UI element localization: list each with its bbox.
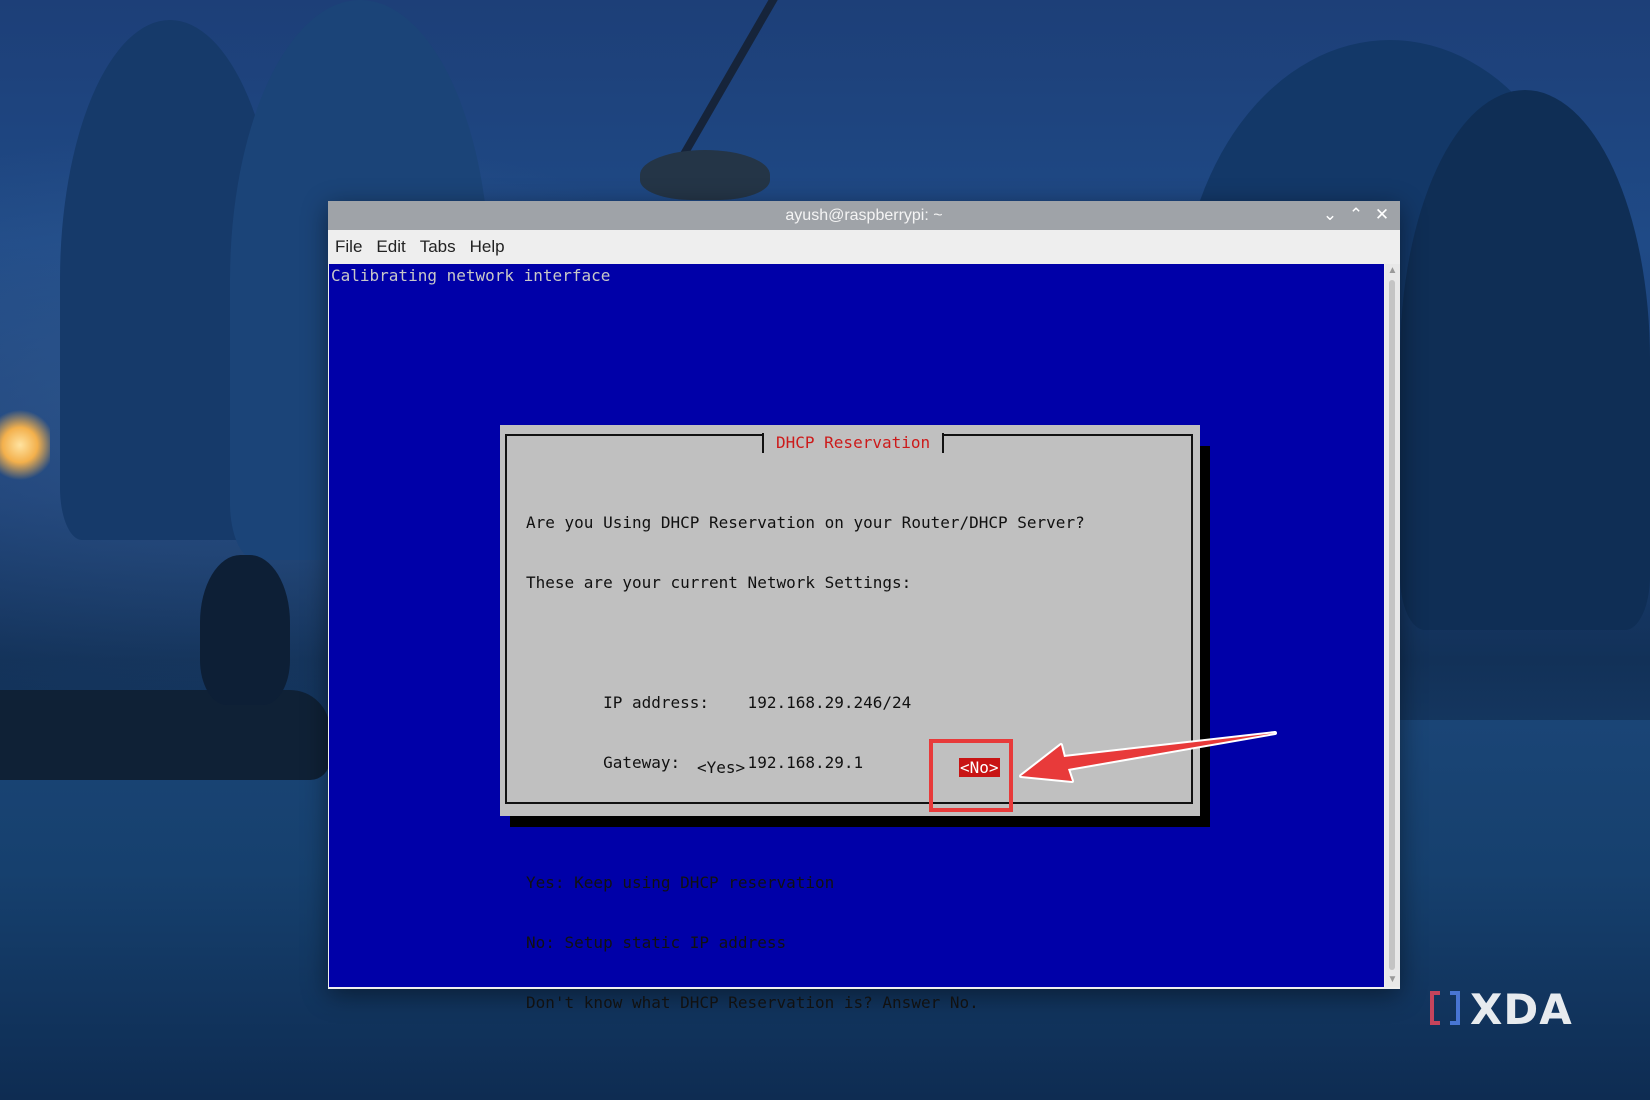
dialog-line: These are your current Network Settings:	[526, 573, 912, 592]
maximize-icon[interactable]: ⌃	[1348, 205, 1364, 225]
menu-edit[interactable]: Edit	[376, 235, 405, 259]
background-mountain	[1400, 90, 1650, 630]
terminal-window: ayush@raspberrypi: ~ ⌄ ⌃ ✕ File Edit Tab…	[328, 201, 1400, 1012]
annotation-highlight-box	[929, 739, 1013, 812]
window-titlebar[interactable]: ayush@raspberrypi: ~ ⌄ ⌃ ✕	[328, 201, 1400, 230]
menu-help[interactable]: Help	[470, 235, 505, 259]
dialog-line	[526, 813, 1085, 833]
dialog-line: No: Setup static IP address	[526, 933, 787, 952]
dialog-line: Are you Using DHCP Reservation on your R…	[526, 513, 1085, 532]
terminal-scrollbar[interactable]: ▲ ▼	[1385, 264, 1400, 987]
dialog-line: Yes: Keep using DHCP reservation	[526, 873, 835, 892]
dialog-title: DHCP Reservation	[762, 433, 945, 453]
background-cormorant	[200, 555, 290, 705]
dialog-line: Don't know what DHCP Reservation is? Ans…	[526, 993, 979, 1012]
menu-file[interactable]: File	[335, 235, 362, 259]
terminal-status-line: Calibrating network interface	[331, 266, 611, 285]
yes-button[interactable]: <Yes>	[697, 758, 745, 777]
minimize-icon[interactable]: ⌄	[1322, 205, 1338, 225]
xda-watermark-text: XDA	[1470, 984, 1573, 1034]
background-fisherman-hat	[640, 150, 770, 200]
dialog-frame: DHCP Reservation Are you Using DHCP Rese…	[505, 433, 1193, 1012]
dhcp-reservation-dialog: DHCP Reservation Are you Using DHCP Rese…	[500, 425, 1200, 1012]
dialog-line-ip-address: IP address: 192.168.29.246/24	[526, 693, 912, 712]
background-lantern	[0, 405, 50, 485]
xda-watermark: XDA	[1430, 984, 1600, 1034]
scroll-up-icon[interactable]: ▲	[1387, 266, 1398, 276]
window-title: ayush@raspberrypi: ~	[785, 206, 943, 224]
menu-tabs[interactable]: Tabs	[420, 235, 456, 259]
close-icon[interactable]: ✕	[1374, 205, 1390, 225]
menubar: File Edit Tabs Help	[328, 230, 1400, 264]
window-controls: ⌄ ⌃ ✕	[1322, 205, 1390, 225]
xda-logo-icon	[1430, 989, 1464, 1029]
background-raft	[0, 690, 330, 780]
dialog-line	[526, 633, 1085, 653]
terminal-screen[interactable]: Calibrating network interface DHCP Reser…	[329, 264, 1384, 1012]
scrollbar-thumb[interactable]	[1389, 280, 1395, 970]
scroll-down-icon[interactable]: ▼	[1387, 975, 1398, 985]
